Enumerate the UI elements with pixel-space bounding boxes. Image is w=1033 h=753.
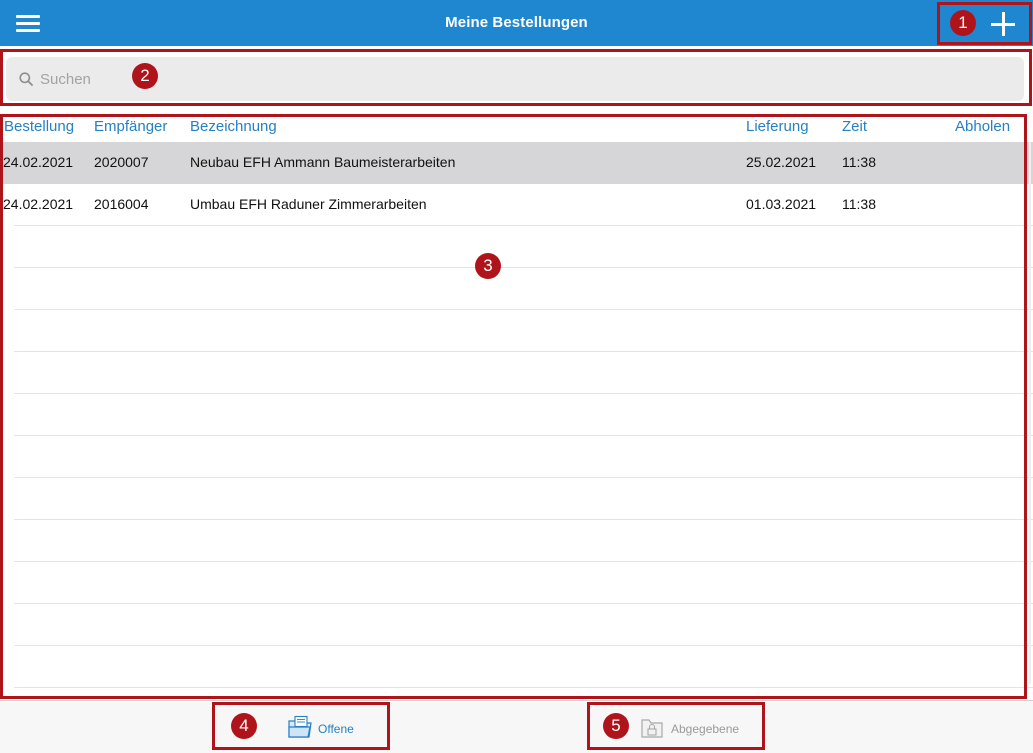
annotation-marker-1: 1	[950, 10, 976, 36]
annotation-marker-5: 5	[603, 713, 629, 739]
annotation-marker-2: 2	[132, 63, 158, 89]
page-title: Meine Bestellungen	[445, 14, 588, 31]
navigation-bar: Meine Bestellungen	[0, 0, 1033, 46]
annotation-marker-4: 4	[231, 713, 257, 739]
scrollbar[interactable]	[1029, 142, 1031, 684]
annotation-marker-3: 3	[475, 253, 501, 279]
tab-bar: Offene Abgegebene	[0, 700, 1033, 753]
annotation-box-3	[0, 114, 1027, 699]
